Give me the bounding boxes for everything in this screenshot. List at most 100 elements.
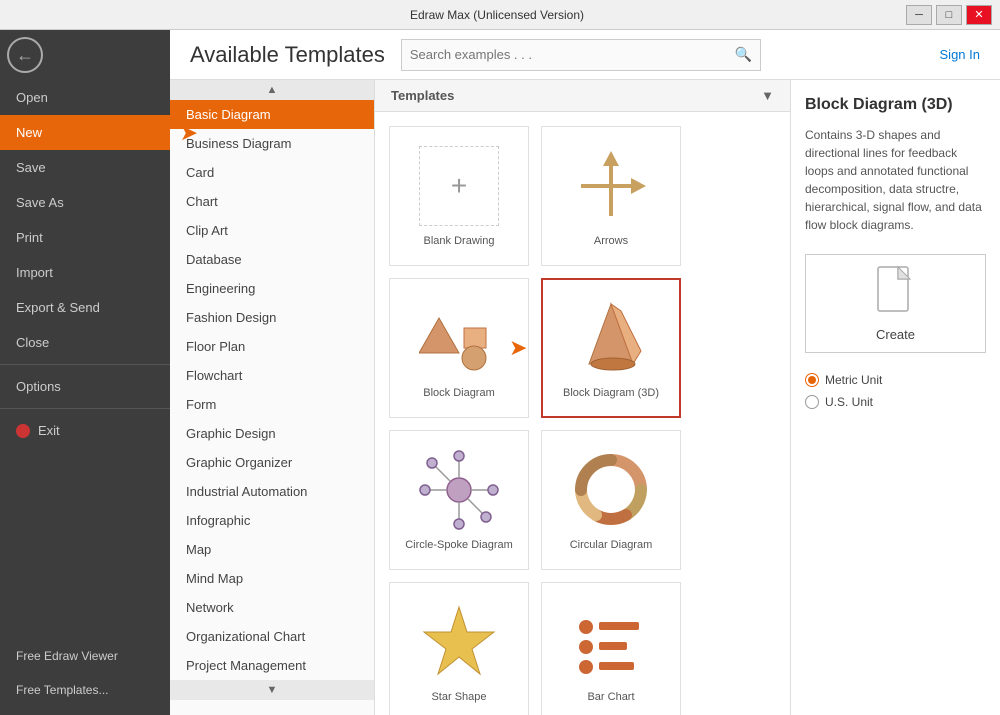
template-arrows[interactable]: Arrows (541, 126, 681, 266)
category-item-flowchart[interactable]: Flowchart (170, 361, 374, 390)
arrows-thumb (566, 141, 656, 231)
sidebar-item-save[interactable]: Save (0, 150, 170, 185)
sidebar-item-free-viewer[interactable]: Free Edraw Viewer (0, 639, 170, 673)
category-item-map[interactable]: Map (170, 535, 374, 564)
blank-drawing-thumb: + (414, 141, 504, 231)
search-input[interactable] (410, 47, 735, 62)
circle-spoke-thumb (414, 445, 504, 535)
sidebar: ← Open New ➤ Save Save As Print Import (0, 30, 170, 715)
sidebar-divider2 (0, 408, 170, 409)
sidebar-back-button[interactable]: ← (0, 30, 50, 80)
back-icon: ← (7, 37, 43, 73)
sidebar-label-options: Options (16, 379, 61, 394)
create-label: Create (876, 327, 915, 342)
exit-dot-icon (16, 424, 30, 438)
selected-arrow-icon: ➤ (509, 335, 527, 361)
block-diagram-svg (419, 298, 499, 378)
sidebar-item-import[interactable]: Import (0, 255, 170, 290)
category-scroll-up[interactable]: ▲ (170, 80, 374, 100)
category-item-industrial-automation[interactable]: Industrial Automation (170, 477, 374, 506)
sidebar-label-exit: Exit (38, 423, 60, 438)
unit-metric-option[interactable]: Metric Unit (805, 373, 986, 387)
category-item-engineering[interactable]: Engineering (170, 274, 374, 303)
template-blank-drawing[interactable]: + Blank Drawing (389, 126, 529, 266)
category-item-mind-map[interactable]: Mind Map (170, 564, 374, 593)
category-item-basic-diagram[interactable]: Basic Diagram (170, 100, 374, 129)
sidebar-label-import: Import (16, 265, 53, 280)
close-button[interactable]: ✕ (966, 5, 992, 25)
app-body: ← Open New ➤ Save Save As Print Import (0, 30, 1000, 715)
template-block-diagram-3d[interactable]: ➤ Block Diagr (541, 278, 681, 418)
category-item-form[interactable]: Form (170, 390, 374, 419)
sidebar-item-saveas[interactable]: Save As (0, 185, 170, 220)
category-item-fashion-design[interactable]: Fashion Design (170, 303, 374, 332)
sidebar-item-print[interactable]: Print (0, 220, 170, 255)
sidebar-divider (0, 364, 170, 365)
circular-thumb (566, 445, 656, 535)
window-controls: ─ □ ✕ (906, 5, 992, 25)
template-block3d-label: Block Diagram (3D) (559, 383, 663, 403)
template-bars[interactable]: Bar Chart (541, 582, 681, 715)
category-item-infographic[interactable]: Infographic (170, 506, 374, 535)
sidebar-item-new[interactable]: New ➤ (0, 115, 170, 150)
right-panel: Block Diagram (3D) Contains 3-D shapes a… (790, 80, 1000, 715)
bars-thumb (566, 597, 656, 687)
block-3d-svg (571, 296, 651, 381)
arrows-svg (571, 146, 651, 226)
sidebar-item-open[interactable]: Open (0, 80, 170, 115)
sidebar-label-print: Print (16, 230, 43, 245)
sign-in-link[interactable]: Sign In (940, 47, 980, 62)
category-panel: ▲ Basic Diagram Business Diagram Card Ch… (170, 80, 375, 715)
restore-button[interactable]: □ (936, 5, 962, 25)
sidebar-label-free-templates: Free Templates... (16, 683, 108, 697)
minimize-button[interactable]: ─ (906, 5, 932, 25)
template-circle-spoke[interactable]: Circle-Spoke Diagram (389, 430, 529, 570)
sidebar-label-export: Export & Send (16, 300, 100, 315)
category-item-org-chart[interactable]: Organizational Chart (170, 622, 374, 651)
category-item-floor-plan[interactable]: Floor Plan (170, 332, 374, 361)
page-title: Available Templates (190, 42, 385, 68)
sidebar-label-new: New (16, 125, 42, 140)
template-circular[interactable]: Circular Diagram (541, 430, 681, 570)
templates-panel: Templates ▼ + Blank Drawing (375, 80, 790, 715)
category-item-chart[interactable]: Chart (170, 187, 374, 216)
unit-us-option[interactable]: U.S. Unit (805, 395, 986, 409)
sidebar-nav: Open New ➤ Save Save As Print Import Exp… (0, 80, 170, 639)
metric-radio[interactable] (805, 373, 819, 387)
middle-area: ▲ Basic Diagram Business Diagram Card Ch… (170, 80, 1000, 715)
sidebar-item-free-templates[interactable]: Free Templates... (0, 673, 170, 707)
create-button[interactable]: Create (805, 254, 986, 353)
category-item-card[interactable]: Card (170, 158, 374, 187)
category-item-business-diagram[interactable]: Business Diagram (170, 129, 374, 158)
category-item-clip-art[interactable]: Clip Art (170, 216, 374, 245)
category-item-graphic-design[interactable]: Graphic Design (170, 419, 374, 448)
templates-header: Templates ▼ (375, 80, 790, 112)
template-block-diagram[interactable]: Block Diagram (389, 278, 529, 418)
category-item-graphic-organizer[interactable]: Graphic Organizer (170, 448, 374, 477)
active-arrow-icon: ➤ (180, 120, 198, 146)
content-area: Available Templates 🔍 Sign In ▲ Basic Di… (170, 30, 1000, 715)
category-item-database[interactable]: Database (170, 245, 374, 274)
sidebar-label-close: Close (16, 335, 49, 350)
title-bar: Edraw Max (Unlicensed Version) ─ □ ✕ (0, 0, 1000, 30)
star-thumb (414, 597, 504, 687)
sidebar-label-saveas: Save As (16, 195, 64, 210)
sidebar-label-free-viewer: Free Edraw Viewer (16, 649, 118, 663)
sidebar-item-exit[interactable]: Exit (0, 413, 170, 448)
template-circlespoke-label: Circle-Spoke Diagram (401, 535, 517, 555)
plus-icon: + (419, 146, 499, 226)
metric-label: Metric Unit (825, 373, 882, 387)
category-item-project-management[interactable]: Project Management (170, 651, 374, 680)
category-scroll-down[interactable]: ▼ (170, 680, 374, 700)
sidebar-item-options[interactable]: Options (0, 369, 170, 404)
templates-scroll-right[interactable]: ▼ (761, 88, 774, 103)
bars-svg (571, 602, 651, 682)
template-star[interactable]: Star Shape (389, 582, 529, 715)
sidebar-item-close[interactable]: Close (0, 325, 170, 360)
doc-icon (876, 265, 916, 321)
category-item-network[interactable]: Network (170, 593, 374, 622)
metric-radio-dot (808, 376, 816, 384)
template-star-label: Star Shape (427, 687, 490, 707)
sidebar-item-export[interactable]: Export & Send (0, 290, 170, 325)
us-radio[interactable] (805, 395, 819, 409)
